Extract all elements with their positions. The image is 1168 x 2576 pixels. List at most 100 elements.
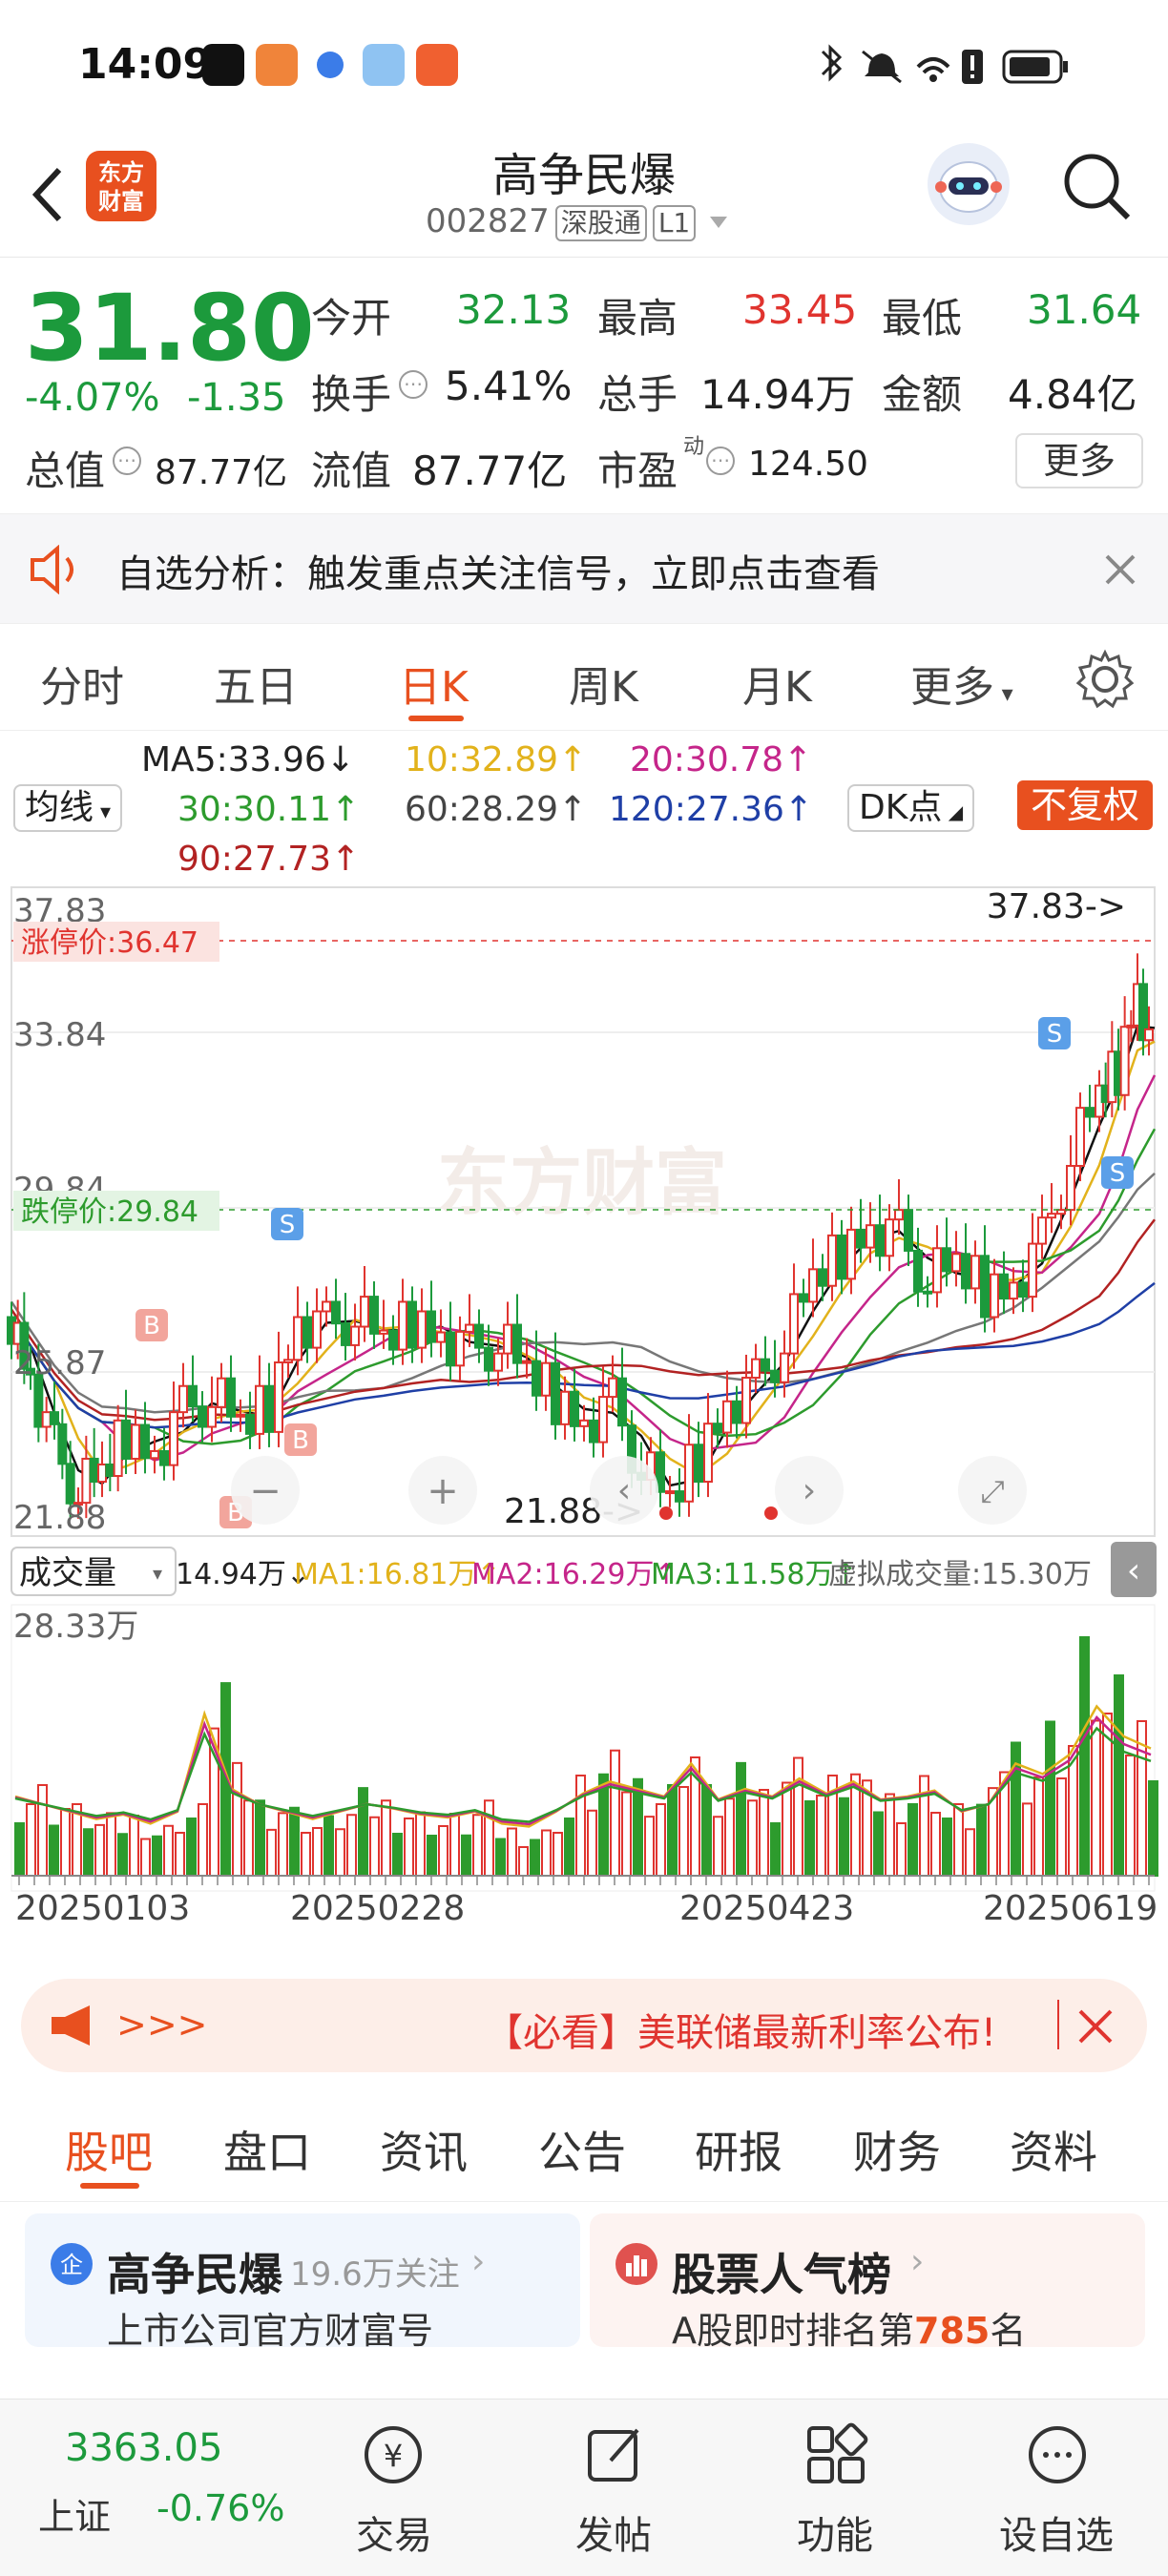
add-watchlist-icon[interactable] bbox=[1025, 2422, 1090, 2487]
company-badge-icon: 企 bbox=[51, 2243, 93, 2285]
candle-body bbox=[684, 1444, 694, 1503]
candle-body bbox=[970, 1255, 980, 1290]
y-axis-2: 33.84 bbox=[13, 1016, 106, 1054]
tab-announcements[interactable]: 公告 bbox=[538, 2118, 626, 2181]
index-name[interactable]: 上证 bbox=[38, 2487, 111, 2540]
candle-body bbox=[465, 1323, 474, 1333]
change-percent: -4.07% bbox=[25, 376, 160, 420]
candle-body bbox=[990, 1273, 999, 1319]
mktcap-label: 总值 bbox=[25, 447, 106, 494]
candle-body bbox=[923, 1290, 932, 1295]
close-icon[interactable] bbox=[1076, 2007, 1115, 2046]
robot-assistant-icon[interactable] bbox=[928, 143, 1010, 225]
volume-bar bbox=[804, 1800, 815, 1877]
virtual-volume: 虚拟成交量:15.30万 bbox=[828, 1558, 1092, 1591]
volume-bar bbox=[198, 1803, 208, 1877]
analysis-notice[interactable]: 自选分析：触发重点关注信号，立即点击查看 bbox=[0, 513, 1168, 624]
volume-bar bbox=[438, 1825, 448, 1877]
tab-finance[interactable]: 财务 bbox=[853, 2118, 941, 2181]
volume-bar bbox=[243, 1799, 254, 1877]
rank-card-subtitle: A股即时排名第785名 bbox=[672, 2310, 1027, 2352]
candle-body bbox=[665, 1490, 675, 1495]
bottom-navigation: 3363.05 上证 -0.76% ¥ 交易 发帖 功能 设自选 bbox=[0, 2399, 1168, 2576]
search-icon[interactable] bbox=[1057, 147, 1134, 223]
y-axis-bottom: 21.88 bbox=[13, 1499, 106, 1537]
volume-bar bbox=[266, 1828, 277, 1877]
more-button[interactable]: 更多 bbox=[1015, 433, 1143, 488]
company-official-card[interactable]: 企 高争民爆 19.6万关注 › 上市公司官方财富号 bbox=[25, 2213, 580, 2352]
volume-ma1: MA1:16.81万↑ bbox=[294, 1558, 501, 1591]
ma-selector[interactable]: 均线 ▾ bbox=[13, 784, 123, 832]
candle-body bbox=[188, 1384, 198, 1408]
tab-research[interactable]: 研报 bbox=[695, 2118, 782, 2181]
volume-bar bbox=[26, 1803, 36, 1877]
volume-bar bbox=[312, 1827, 323, 1877]
function-grid-icon[interactable] bbox=[803, 2422, 868, 2487]
index-value[interactable]: 3363.05 bbox=[65, 2426, 222, 2470]
tab-pankou[interactable]: 盘口 bbox=[223, 2118, 311, 2181]
volume-bar bbox=[610, 1749, 620, 1877]
svg-text:S: S bbox=[1110, 1159, 1126, 1188]
tab-intraday[interactable]: 分时 bbox=[40, 653, 124, 714]
tab-five-day[interactable]: 五日 bbox=[214, 653, 298, 714]
svg-text:S: S bbox=[1047, 1020, 1063, 1049]
ma60-value: 60:28.29↑ bbox=[405, 790, 588, 829]
nav-function[interactable]: 功能 bbox=[763, 2504, 907, 2560]
nav-trade[interactable]: 交易 bbox=[323, 2504, 466, 2560]
candle-body bbox=[57, 1423, 68, 1465]
info-icon[interactable]: ⋯ bbox=[113, 447, 141, 475]
nav-post[interactable]: 发帖 bbox=[542, 2504, 685, 2560]
popularity-rank-card[interactable]: 股票人气榜 › A股即时排名第785名 bbox=[590, 2213, 1145, 2352]
index-change[interactable]: -0.76% bbox=[156, 2487, 284, 2529]
adjust-mode-button[interactable]: 不复权 bbox=[1017, 780, 1154, 830]
nav-watchlist[interactable]: 设自选 bbox=[985, 2504, 1128, 2560]
volume-ma2: MA2:16.29万↑ bbox=[471, 1558, 678, 1591]
kline-chart-svg[interactable]: 东方财富 37.83 涨停价:36.47 33.84 29.84 跌停价:29.… bbox=[0, 883, 1168, 1962]
tab-profile[interactable]: 资料 bbox=[1010, 2118, 1097, 2181]
company-card-subtitle: 上市公司官方财富号 bbox=[107, 2310, 434, 2352]
volume-bar bbox=[678, 1786, 689, 1877]
amount-value: 4.84亿 bbox=[1008, 371, 1137, 418]
volume-bar bbox=[346, 1814, 357, 1877]
tab-daily-k[interactable]: 日K bbox=[399, 653, 469, 714]
candle-body bbox=[207, 1405, 217, 1428]
volume-bar bbox=[289, 1806, 300, 1877]
candle-body bbox=[341, 1322, 350, 1346]
candle-body bbox=[503, 1323, 512, 1355]
volume-bar bbox=[129, 1815, 139, 1877]
volume-bar bbox=[816, 1795, 826, 1877]
volume-bar bbox=[953, 1803, 964, 1877]
candle-body bbox=[904, 1209, 913, 1252]
trade-icon[interactable]: ¥ bbox=[361, 2422, 426, 2487]
stock-code-row[interactable]: 002827 深股通 L1 bbox=[426, 202, 731, 241]
dk-point-toggle[interactable]: DK点 ◢ bbox=[847, 784, 975, 832]
chart-period-tabs: 分时 五日 日K 周K 月K 更多 ▾ bbox=[0, 624, 1168, 731]
candle-body bbox=[217, 1377, 226, 1408]
settings-gear-icon[interactable] bbox=[1074, 649, 1136, 710]
post-edit-icon[interactable] bbox=[582, 2422, 647, 2487]
candle-body bbox=[131, 1423, 140, 1460]
volume-bar bbox=[1045, 1720, 1055, 1877]
info-icon[interactable]: ⋯ bbox=[706, 447, 735, 475]
x-axis-date-4: 20250619 bbox=[983, 1889, 1158, 1928]
app-icon-send bbox=[416, 44, 458, 86]
info-icon[interactable]: ⋯ bbox=[399, 370, 428, 399]
volume-selector-label: 成交量 bbox=[19, 1554, 116, 1592]
kline-chart-area[interactable]: 东方财富 37.83 涨停价:36.47 33.84 29.84 跌停价:29.… bbox=[0, 883, 1168, 1962]
svg-text:S: S bbox=[280, 1211, 296, 1239]
tab-monthly-k[interactable]: 月K bbox=[742, 653, 812, 714]
candle-body bbox=[951, 1253, 961, 1273]
volume-bar bbox=[701, 1784, 712, 1877]
tab-guba[interactable]: 股吧 bbox=[65, 2118, 153, 2181]
candle-body bbox=[570, 1390, 579, 1427]
volume-bar bbox=[621, 1791, 632, 1877]
close-icon[interactable] bbox=[1103, 552, 1137, 587]
tab-more[interactable]: 更多 ▾ bbox=[910, 653, 1013, 714]
candle-body bbox=[1075, 1107, 1085, 1168]
news-banner[interactable]: >>> 【必看】美联储最新利率公布! bbox=[21, 1979, 1147, 2072]
tab-weekly-k[interactable]: 周K bbox=[569, 653, 638, 714]
candle-body bbox=[1028, 1242, 1037, 1298]
follower-count: 19.6万关注 bbox=[290, 2255, 460, 2294]
tab-news[interactable]: 资讯 bbox=[380, 2118, 468, 2181]
ma10-value: 10:32.89↑ bbox=[405, 740, 588, 779]
